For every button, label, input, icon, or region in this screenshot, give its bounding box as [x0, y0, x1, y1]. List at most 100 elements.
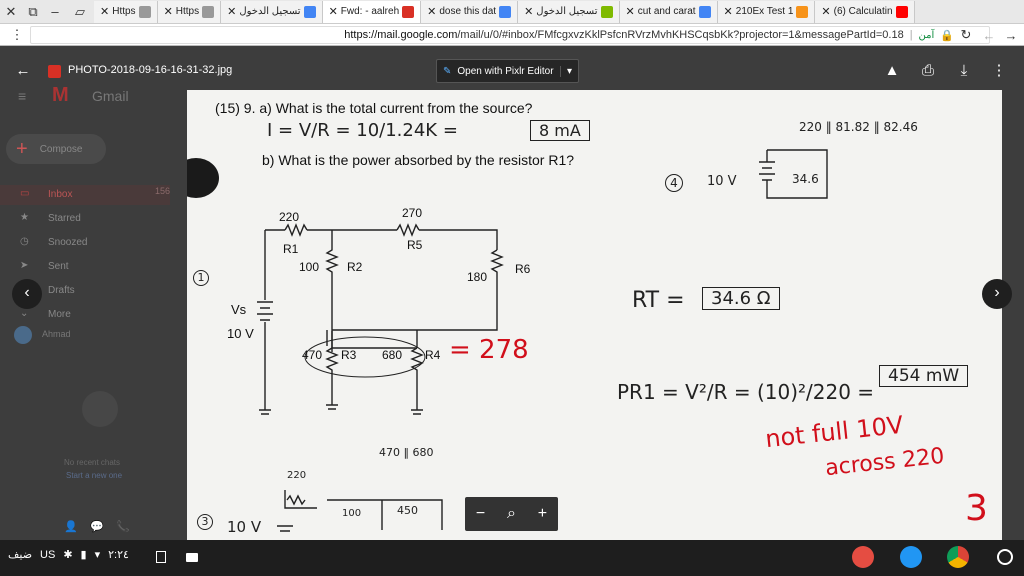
compose-button[interactable]: + Compose	[6, 134, 106, 164]
chat-icon[interactable]: 💬	[90, 520, 104, 533]
minimize-icon[interactable]: –	[44, 1, 66, 23]
close-tab-icon[interactable]: ✕	[227, 5, 236, 18]
inbox-icon: ▭	[20, 188, 30, 199]
launcher-icon[interactable]	[997, 549, 1013, 565]
bluetooth-icon: ✱	[63, 549, 73, 561]
browser-tab[interactable]: ✕ 210Ex Test 1	[717, 0, 816, 23]
keyboard-icon[interactable]	[186, 553, 198, 562]
power-result: 454 mW	[879, 365, 969, 387]
browser-tab[interactable]: ✕ (6) Calculatin	[815, 0, 915, 23]
plus-icon: +	[16, 137, 28, 160]
vs-value: 10 V	[227, 326, 254, 341]
close-tab-icon[interactable]: ✕	[724, 5, 733, 18]
gmail-logo-icon: M	[52, 84, 69, 106]
previous-image-button[interactable]: ‹	[12, 279, 42, 309]
sidebar-item-label: Sent	[48, 261, 69, 272]
menu-icon[interactable]: ⋮	[6, 24, 28, 46]
browser-tab[interactable]: ✕ Https	[157, 0, 222, 23]
forward-icon[interactable]: →	[1000, 24, 1022, 46]
status-tray[interactable]: ضيف US ✱ ▮ ▾ ٢:٢٤	[8, 548, 129, 562]
print-icon[interactable]: ⎙	[917, 60, 939, 82]
bitcoin-icon	[796, 5, 809, 18]
back-icon[interactable]: ←	[978, 24, 1000, 46]
sidebar-item-sent[interactable]: ➤ Sent	[0, 257, 170, 277]
zoom-in-button[interactable]: +	[538, 505, 547, 523]
browser-tab[interactable]: ✕ dose this dat	[421, 0, 519, 23]
slides-app-icon[interactable]	[852, 546, 874, 568]
next-image-button[interactable]: ›	[982, 279, 1012, 309]
close-tab-icon[interactable]: ✕	[821, 5, 830, 18]
secure-label: آمن	[918, 29, 935, 41]
pixlr-button[interactable]: ✎ Open with Pixlr Editor ▾	[436, 59, 579, 83]
add-to-drive-icon[interactable]: ▲	[881, 60, 903, 82]
sidebar-item-starred[interactable]: ★ Starred	[0, 209, 170, 229]
viewer-title: PHOTO-2018-09-16-16-31-32.jpg	[68, 64, 233, 76]
reload-icon[interactable]: ↻	[955, 24, 977, 46]
close-window-icon[interactable]: ✕	[0, 1, 22, 23]
tab-title: تسجيل الدخول	[536, 6, 598, 17]
sidebar-item-inbox[interactable]: ▭ Inbox	[0, 185, 170, 205]
browser-tab[interactable]: ✕ تسجيل الدخول	[518, 0, 620, 23]
person-icon[interactable]: 👤	[64, 520, 78, 533]
window-icon[interactable]: ⧉	[22, 1, 44, 23]
new-tab-icon[interactable]: ▱	[66, 1, 94, 23]
sidebar-item-snoozed[interactable]: ◷ Snoozed	[0, 233, 170, 253]
phone-icon[interactable]: 📞	[116, 520, 130, 533]
window-icon	[138, 5, 151, 18]
close-tab-icon[interactable]: ✕	[626, 5, 635, 18]
close-tab-icon[interactable]: ✕	[164, 5, 173, 18]
wifi-icon: ▾	[94, 549, 101, 561]
browser-tab[interactable]: ✕ Https	[94, 0, 158, 23]
url-host: https://mail.google.com	[344, 29, 458, 41]
browser-tab[interactable]: ✕ تسجيل الدخول	[221, 0, 323, 23]
gmail-logo: Gmail	[92, 88, 129, 104]
sidebar-item-label: Snoozed	[48, 237, 88, 248]
battery-icon: ▮	[80, 549, 87, 561]
tab-title: تسجيل الدخول	[239, 6, 301, 17]
url-text[interactable]: https://mail.google.com/mail/u/0/#inbox/…	[344, 27, 954, 43]
send-icon: ➤	[20, 260, 29, 271]
chrome-app-icon[interactable]	[947, 546, 969, 568]
r6-value: 180	[467, 270, 488, 284]
microsoft-icon	[600, 5, 613, 18]
overview-icon[interactable]	[156, 551, 166, 563]
url-path: /mail/u/0/#inbox/FMfcgxvzKklPsfcnRVrzMvh…	[457, 29, 904, 41]
close-tab-icon[interactable]: ✕	[524, 5, 533, 18]
hamburger-icon[interactable]: ≡	[18, 88, 26, 104]
browser-tab[interactable]: ✕ Fwd: - aalreh	[322, 0, 422, 23]
no-chats-text: No recent chats	[64, 458, 121, 467]
chevron-down-icon[interactable]: ▾	[559, 65, 578, 77]
r1-value: 220	[279, 210, 300, 224]
lock-icon: 🔒	[940, 29, 954, 42]
pixlr-icon: ✎	[443, 65, 452, 77]
user-name[interactable]: Ahmad	[42, 329, 71, 339]
compose-label: Compose	[39, 143, 83, 155]
r6-label: R6	[515, 262, 531, 276]
start-chat-link[interactable]: Start a new one	[66, 471, 122, 480]
photo-image: (15) 9. a) What is the total current fro…	[187, 90, 1002, 540]
more-options-icon[interactable]: ⋮	[988, 60, 1010, 82]
power-equation: PR1 = V²/R = (10)²/220 =	[617, 380, 875, 404]
avatar	[14, 326, 32, 344]
close-tab-icon[interactable]: ✕	[100, 5, 109, 18]
browser-tab[interactable]: ✕ cut and carat	[619, 0, 718, 23]
google-g-icon	[499, 5, 512, 18]
files-app-icon[interactable]	[900, 546, 922, 568]
zoom-out-button[interactable]: −	[476, 505, 485, 523]
tab-title: Https	[175, 6, 200, 17]
zoom-icon[interactable]: ⌕	[507, 505, 516, 523]
pixlr-label: Open with Pixlr Editor	[457, 65, 554, 77]
sidebar-item-label: Starred	[48, 213, 81, 224]
inbox-count: 156	[155, 186, 171, 196]
download-icon[interactable]: ⤓	[953, 60, 975, 82]
r34-note: = 278	[449, 335, 529, 365]
r3-value: 470	[302, 348, 323, 362]
red-three: 3	[965, 488, 988, 529]
close-tab-icon[interactable]: ✕	[427, 5, 436, 18]
circle-note-3: 3	[197, 514, 213, 530]
r5-label: R5	[407, 238, 423, 252]
viewer-back-icon[interactable]: ←	[12, 60, 34, 82]
close-tab-icon[interactable]: ✕	[329, 5, 338, 18]
avatar-large	[82, 391, 118, 427]
youtube-icon	[895, 5, 908, 18]
